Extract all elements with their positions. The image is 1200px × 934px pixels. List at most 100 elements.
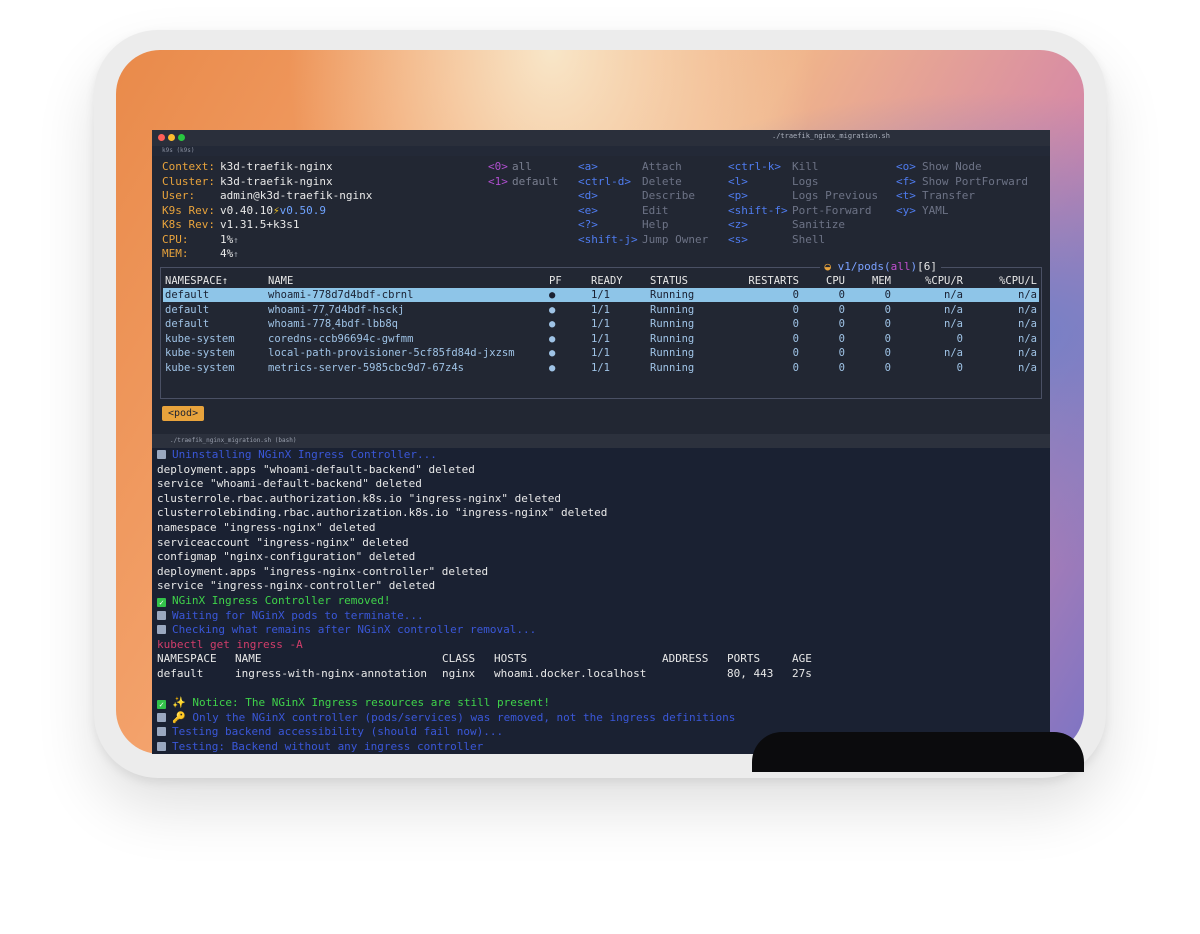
hotkey-key: <1> <box>488 174 508 188</box>
table-cell: coredns-ccb96694c-gwfmm <box>268 332 414 345</box>
info-icon <box>157 727 166 737</box>
info-value: 1% <box>220 232 234 246</box>
table-cell: whoami-77‸7d4bdf-hsckj <box>268 303 405 316</box>
table-cell: Running <box>650 303 695 316</box>
table-row[interactable]: default whoami-778d7d4bdf-cbrnl ● 1/1 Runnin… <box>163 288 1039 302</box>
table-row[interactable]: default whoami-77‸7d4bdf-hsckj ● 1/1 Running… <box>163 303 1039 317</box>
trend-up-icon: ↑ <box>233 250 239 260</box>
table-cell: 1/1 <box>591 289 610 301</box>
k9s-logo-icon: ◒ <box>824 260 832 273</box>
table-cell: n/a <box>944 347 963 359</box>
breadcrumb[interactable]: <pod> <box>162 406 205 421</box>
hotkey-jump-owner[interactable]: <shift-j> Jump Owner <box>578 233 708 247</box>
column-header: MEM <box>872 275 891 287</box>
hotkey-port-forward[interactable]: <shift-f> Port-Forward <box>728 204 871 218</box>
minimize-window-button[interactable] <box>168 134 175 141</box>
info-icon <box>157 712 166 722</box>
hotkey-action: Kill <box>792 160 819 173</box>
log-line: Waiting for NGinX pods to terminate... <box>157 609 424 624</box>
port-forward-indicator: ● <box>549 289 556 301</box>
table-cell: 0 <box>884 347 891 359</box>
hotkey-key: <0> <box>488 160 508 173</box>
close-window-button[interactable] <box>158 134 165 141</box>
table-cell: kube-system <box>165 361 235 374</box>
table-row[interactable]: kube-system coredns-ccb96694c-gwfmm ● 1/1 Ru… <box>163 332 1039 346</box>
hotkey-key: <y> <box>896 203 916 217</box>
pods-table: ◒ v1/pods(all)[6] NAMESPACE↑ NAME PF READY S… <box>160 260 1042 399</box>
table-cell: n/a <box>1018 332 1037 345</box>
table-cell: n/a <box>1018 347 1037 359</box>
tab-bar: k9s (k9s) <box>152 146 1050 156</box>
hotkey-all[interactable]: <0> all <box>488 160 532 174</box>
script-output: Uninstalling NGinX Ingress Controller...… <box>157 448 1047 754</box>
table-cell: Running <box>650 361 695 374</box>
hotkey-action: Describe <box>642 189 695 202</box>
hotkey-help[interactable]: <?> Help <box>578 218 669 232</box>
hotkey-describe[interactable]: <d> Describe <box>578 189 695 203</box>
info-icon <box>157 610 166 620</box>
hotkey-key: <e> <box>578 203 598 217</box>
table-cell: kube-system <box>165 332 235 345</box>
hotkey-attach[interactable]: <a> Attach <box>578 160 682 174</box>
column-header: READY <box>591 275 623 287</box>
table-cell: PORTS <box>727 652 761 666</box>
table-cell: n/a <box>1018 289 1037 301</box>
hotkey-action: Port-Forward <box>792 203 872 217</box>
info-row: K9s Rev: v0.40.10⚡v0.50.9 <box>162 204 326 218</box>
hotkey-show-portforward[interactable]: <f> Show PortForward <box>896 175 1028 189</box>
log-line: clusterrolebinding.rbac.authorization.k8… <box>157 506 608 520</box>
table-cell: metrics-server-5985cbc9d7-67z4s <box>268 361 464 374</box>
info-label: Context: <box>162 160 215 173</box>
pods-table-title: ◒ v1/pods(all)[6] <box>820 260 941 274</box>
column-header: CPU <box>826 275 845 287</box>
hotkey-shell[interactable]: <s> Shell <box>728 233 825 247</box>
hotkey-edit[interactable]: <e> Edit <box>578 204 669 218</box>
hotkey-logs-previous[interactable]: <p> Logs Previous <box>728 189 878 203</box>
column-header: NAME <box>268 275 294 287</box>
table-cell: Running <box>650 347 695 359</box>
table-cell: n/a <box>1018 361 1037 374</box>
table-row[interactable]: default whoami-778‸4bdf-lbb8q ● 1/1 Running 0… <box>163 317 1039 331</box>
table-row[interactable]: kube-system local-path-provisioner-5cf85f… <box>163 346 1039 360</box>
info-value: admin@k3d-traefik-nginx <box>220 189 373 202</box>
tab-k9s[interactable]: k9s (k9s) <box>162 147 195 154</box>
hotkey-default[interactable]: <1> default <box>488 175 558 189</box>
table-cell: kube-system <box>165 347 235 359</box>
table-cell: Running <box>650 289 695 301</box>
zoom-window-button[interactable] <box>178 134 185 141</box>
hotkey-show-node[interactable]: <o> Show Node <box>896 160 982 174</box>
hotkey-logs[interactable]: <l> Logs <box>728 175 819 189</box>
pods-table-header: NAMESPACE↑ NAME PF READY STATUS RESTARTS CPU ME… <box>163 274 1039 288</box>
table-cell: 0 <box>956 332 963 345</box>
port-forward-indicator: ● <box>549 332 556 345</box>
column-header: PF <box>549 275 562 287</box>
info-label: K8s Rev: <box>162 218 215 231</box>
table-cell: n/a <box>944 289 963 301</box>
command-line: kubectl get ingress -A <box>157 637 303 651</box>
tab-bash[interactable]: ./traefik_nginx_migration.sh (bash) <box>170 437 296 444</box>
pane-divider: ./traefik_nginx_migration.sh (bash) <box>152 434 1050 448</box>
hotkey-kill[interactable]: <ctrl-k> Kill <box>728 160 819 174</box>
table-cell: whoami.docker.localhost <box>494 667 647 680</box>
hotkey-key: <shift-j> <box>578 232 638 246</box>
hotkey-yaml[interactable]: <y> YAML <box>896 204 949 218</box>
info-value: k3d-traefik-nginx <box>220 160 333 173</box>
info-icon <box>157 625 166 635</box>
table-cell: n/a <box>944 318 963 330</box>
hotkey-sanitize[interactable]: <z> Sanitize <box>728 218 845 232</box>
table-row[interactable]: kube-system metrics-server-5985cbc9d7-67z… <box>163 361 1039 375</box>
column-header: %CPU/R <box>925 275 963 287</box>
hotkey-key: <t> <box>896 189 916 202</box>
window-title: ./traefik_nginx_migration.sh <box>771 132 890 140</box>
table-cell: n/a <box>944 303 963 316</box>
info-label: User: <box>162 189 196 202</box>
table-cell: CLASS <box>442 652 476 666</box>
table-cell: NAMESPACE <box>157 652 217 666</box>
info-row: CPU: 1%↑ <box>162 233 239 248</box>
hotkey-action: Shell <box>792 232 826 246</box>
hotkey-key: <d> <box>578 189 598 202</box>
hotkey-transfer[interactable]: <t> Transfer <box>896 189 975 203</box>
hotkey-action: Logs <box>792 174 819 188</box>
hotkey-key: <l> <box>728 174 748 188</box>
hotkey-delete[interactable]: <ctrl-d> Delete <box>578 175 682 189</box>
